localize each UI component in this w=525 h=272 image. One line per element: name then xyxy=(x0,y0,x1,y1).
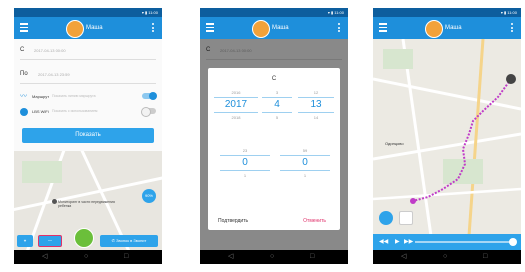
system-nav-bar: ◁ ○ □ xyxy=(14,250,162,264)
play-icon[interactable]: ▶ xyxy=(395,238,400,246)
app-bar: Маша xyxy=(200,17,348,39)
location-icon[interactable] xyxy=(379,211,393,225)
picker-item: 2018 xyxy=(231,115,241,120)
show-button[interactable]: Показать xyxy=(22,128,154,143)
dialog-title: С xyxy=(271,76,277,82)
to-value: 2017-04-13 23:59 xyxy=(38,72,70,77)
map-text: Мониторинг в части передвижения ребенка xyxy=(58,200,115,208)
history-icon[interactable]: 〰 xyxy=(38,235,62,247)
day-picker[interactable]: 12 13 14 xyxy=(298,88,334,122)
lbs-description: Показать с использованием xyxy=(52,109,98,113)
recents-icon[interactable]: □ xyxy=(483,253,487,261)
status-bar: ▾ ▮ 11:00 xyxy=(200,8,348,17)
screen-history-form: ▾ ▮ 11:00 Маша С 2017-04-13 00:00 По 201… xyxy=(14,8,162,264)
status-bar: ▾ ▮ 11:00 xyxy=(14,8,162,17)
cancel-button[interactable]: Отменить xyxy=(303,218,326,224)
park-area xyxy=(22,161,62,183)
to-field[interactable]: По 2017-04-13 23:59 xyxy=(20,69,156,84)
content: С 2017-04-13 00:00 По 2017-04-13 23:59 〰… xyxy=(14,39,162,250)
playback-bar: ◀◀ ▶ ▶▶ xyxy=(373,234,521,250)
picker-item: 23 xyxy=(242,148,248,153)
screen-route-map: ▾ ▮ 11:00 Маша Одинцово ◀◀ ▶ ▶▶ ◁ ○ □ xyxy=(373,8,521,264)
back-icon[interactable]: ◁ xyxy=(228,253,233,261)
rewind-icon[interactable]: ◀◀ xyxy=(379,238,388,246)
chat-icon[interactable] xyxy=(74,228,94,248)
lbs-label: LBS WiFi xyxy=(32,109,49,114)
place-label: Одинцово xyxy=(385,141,404,146)
route-toggle[interactable] xyxy=(142,92,157,100)
route-label: Маршрут xyxy=(32,94,50,99)
content: Одинцово ◀◀ ▶ ▶▶ xyxy=(373,39,521,250)
lbs-toggle[interactable] xyxy=(141,107,156,117)
minute-picker[interactable]: 59 0 1 xyxy=(280,146,330,180)
picker-item: 14 xyxy=(313,115,319,120)
map[interactable]: Одинцово ◀◀ ▶ ▶▶ xyxy=(373,39,521,250)
picker-item-selected: 0 xyxy=(220,155,270,171)
picker-item: 1 xyxy=(303,173,307,178)
playback-knob[interactable] xyxy=(509,238,517,246)
recents-icon[interactable]: □ xyxy=(310,253,314,261)
app-bar: Маша xyxy=(14,17,162,39)
picker-item: 12 xyxy=(313,90,319,95)
more-icon[interactable] xyxy=(511,23,513,33)
system-nav-bar: ◁ ○ □ xyxy=(200,250,348,264)
picker-item-selected: 0 xyxy=(280,155,330,171)
user-name: Маша xyxy=(86,25,103,31)
picker-item: 2016 xyxy=(231,90,241,95)
lbs-option: LBS WiFi Показать с использованием xyxy=(20,106,156,118)
menu-icon[interactable] xyxy=(379,23,387,33)
wifi-icon xyxy=(20,108,28,116)
battery-badge: 90% xyxy=(142,189,156,203)
call-button[interactable]: ✆ Звонок в Звонит xyxy=(100,235,158,247)
to-label: По xyxy=(20,71,28,77)
map[interactable]: Мониторинг в части передвижения ребенка … xyxy=(14,151,162,250)
picker-item-selected: 2017 xyxy=(214,97,258,113)
picker-item-selected: 13 xyxy=(298,97,334,113)
home-icon[interactable]: ○ xyxy=(84,253,88,261)
hour-picker[interactable]: 23 0 1 xyxy=(220,146,270,180)
map-type-icon[interactable] xyxy=(399,211,413,225)
location-icon[interactable]: ⌖ xyxy=(17,235,33,247)
from-field[interactable]: С 2017-04-13 00:00 xyxy=(20,45,156,60)
user-name: Маша xyxy=(272,25,289,31)
picker-item: 1 xyxy=(243,173,247,178)
more-icon[interactable] xyxy=(338,23,340,33)
home-icon[interactable]: ○ xyxy=(270,253,274,261)
year-picker[interactable]: 2016 2017 2018 xyxy=(214,88,258,122)
menu-icon[interactable] xyxy=(206,23,214,33)
call-label: Звонок в Звонит xyxy=(116,238,147,243)
screen-date-picker: ▾ ▮ 11:00 Маша С 2017-04-13 00:00 С 2016… xyxy=(200,8,348,264)
back-icon[interactable]: ◁ xyxy=(401,253,406,261)
avatar[interactable] xyxy=(425,20,443,38)
more-icon[interactable] xyxy=(152,23,154,33)
back-icon[interactable]: ◁ xyxy=(42,253,47,261)
picker-item: 5 xyxy=(275,115,279,120)
date-time-dialog: С 2016 2017 2018 3 4 5 12 13 14 23 0 1 5… xyxy=(208,68,340,230)
route-option: 〰 Маршрут Показать линию маршрута xyxy=(20,91,157,103)
picker-item: 3 xyxy=(275,90,279,95)
recents-icon[interactable]: □ xyxy=(124,253,128,261)
user-name: Маша xyxy=(445,25,462,31)
from-label: С xyxy=(20,47,25,53)
playback-track[interactable] xyxy=(415,241,515,243)
bottom-bar: ⌖ 〰 ✆ Звонок в Звонит xyxy=(14,228,162,250)
avatar[interactable] xyxy=(66,20,84,38)
avatar[interactable] xyxy=(252,20,270,38)
menu-icon[interactable] xyxy=(20,23,28,33)
content: С 2017-04-13 00:00 С 2016 2017 2018 3 4 … xyxy=(200,39,348,250)
app-bar: Маша xyxy=(373,17,521,39)
forward-icon[interactable]: ▶▶ xyxy=(404,238,413,246)
home-icon[interactable]: ○ xyxy=(443,253,447,261)
picker-item-selected: 4 xyxy=(262,97,292,113)
picker-item: 59 xyxy=(302,148,308,153)
route-description: Показать линию маршрута xyxy=(52,94,96,98)
location-marker xyxy=(52,199,57,204)
month-picker[interactable]: 3 4 5 xyxy=(262,88,292,122)
route-icon: 〰 xyxy=(20,93,27,100)
from-value: 2017-04-13 00:00 xyxy=(34,48,66,53)
confirm-button[interactable]: Подтвердить xyxy=(218,218,248,224)
system-nav-bar: ◁ ○ □ xyxy=(373,250,521,264)
status-bar: ▾ ▮ 11:00 xyxy=(373,8,521,17)
